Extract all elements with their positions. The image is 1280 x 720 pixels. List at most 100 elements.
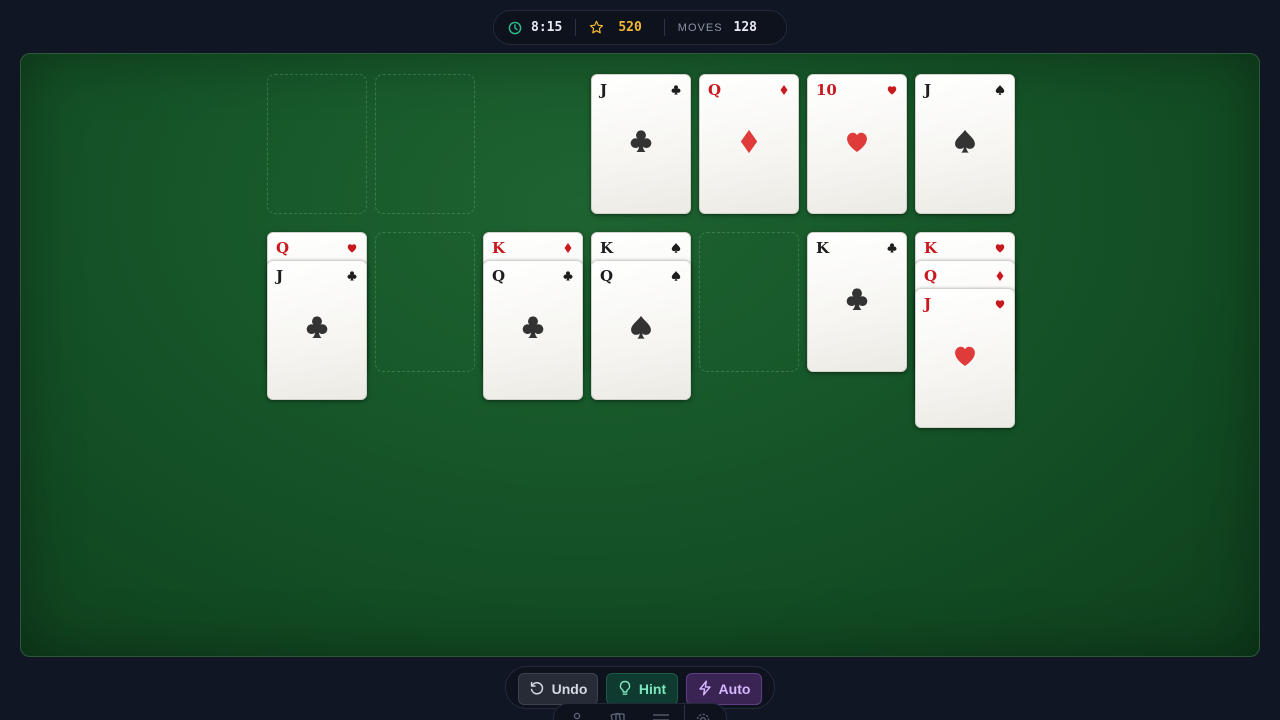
card-center-suit	[843, 286, 871, 319]
card-corner-suit	[346, 269, 358, 287]
score-value: 520	[618, 20, 642, 35]
lightbulb-icon	[618, 680, 639, 699]
card-rank: J	[924, 81, 932, 99]
hint-button[interactable]: Hint	[606, 673, 678, 705]
person-icon[interactable]	[570, 712, 584, 720]
undo-label: Undo	[551, 681, 588, 697]
heart-icon	[847, 132, 867, 152]
card-q-of-spades[interactable]: Q	[591, 260, 691, 400]
auto-button[interactable]: Auto	[686, 673, 762, 705]
card-corner-suit	[562, 269, 574, 287]
club-icon	[846, 288, 868, 310]
diamond-icon	[740, 129, 758, 154]
card-rank: Q	[924, 267, 938, 285]
diamond-icon	[996, 271, 1004, 281]
spade-icon	[995, 85, 1005, 95]
timer: 8:15	[508, 11, 562, 44]
card-center-suit	[519, 314, 547, 347]
club-icon	[630, 130, 652, 152]
card-center-suit	[627, 128, 655, 161]
hint-label: Hint	[638, 681, 667, 697]
card-rank: K	[816, 239, 830, 257]
card-j-of-hearts[interactable]: J	[915, 288, 1015, 428]
heart-icon	[955, 346, 975, 366]
timer-value: 8:15	[531, 20, 563, 35]
card-center-suit	[951, 342, 979, 375]
club-icon	[306, 316, 328, 338]
card-corner-suit	[778, 83, 790, 101]
heart-icon	[887, 86, 897, 95]
card-rank: J	[276, 267, 284, 285]
tableau-empty-slot[interactable]	[375, 232, 475, 372]
menu-icon[interactable]	[652, 712, 670, 720]
moves-label: MOVES	[677, 21, 723, 34]
card-corner-suit	[886, 241, 898, 259]
status-bar: 8:15 520 MOVES 128	[493, 10, 787, 45]
card-corner-suit	[994, 269, 1006, 287]
card-center-suit	[735, 128, 763, 161]
free-cell[interactable]	[267, 74, 367, 214]
card-q-of-diamonds[interactable]: Q	[699, 74, 799, 214]
card-j-of-spades[interactable]: J	[915, 74, 1015, 214]
club-icon	[347, 271, 357, 281]
card-rank: K	[600, 239, 614, 257]
free-cell[interactable]	[375, 74, 475, 214]
card-rank: Q	[600, 267, 614, 285]
club-icon	[887, 243, 897, 253]
clock-icon	[508, 21, 522, 35]
spade-icon	[631, 315, 651, 339]
card-10-of-hearts[interactable]: 10	[807, 74, 907, 214]
card-center-suit	[951, 128, 979, 161]
score: 520	[589, 11, 642, 44]
star-icon	[589, 20, 604, 35]
tableau-empty-slot[interactable]	[699, 232, 799, 372]
auto-label: Auto	[718, 681, 751, 697]
card-rank: J	[924, 295, 932, 313]
heart-icon	[995, 300, 1005, 309]
card-rank: J	[600, 81, 608, 99]
spade-icon	[671, 271, 681, 281]
card-q-of-clubs[interactable]: Q	[483, 260, 583, 400]
card-k-of-clubs[interactable]: K	[807, 232, 907, 372]
divider	[684, 705, 685, 720]
spade-icon	[671, 243, 681, 253]
spade-icon	[955, 129, 975, 153]
undo-icon	[529, 680, 552, 699]
card-corner-suit	[886, 83, 898, 101]
club-icon	[671, 85, 681, 95]
card-rank: 10	[816, 81, 837, 99]
moves: MOVES 128	[678, 11, 757, 44]
card-corner-suit	[994, 297, 1006, 315]
divider	[575, 19, 577, 36]
card-corner-suit	[670, 83, 682, 101]
moves-value: 128	[733, 20, 758, 35]
gear-icon[interactable]	[695, 712, 711, 720]
diamond-icon	[564, 243, 572, 253]
card-corner-suit	[670, 269, 682, 287]
card-corner-suit	[670, 241, 682, 259]
undo-button[interactable]: Undo	[518, 673, 598, 705]
heart-icon	[995, 244, 1005, 253]
card-rank: K	[492, 239, 506, 257]
diamond-icon	[780, 85, 788, 95]
card-rank: Q	[708, 81, 722, 99]
card-rank: Q	[492, 267, 506, 285]
secondary-toolbar	[553, 703, 727, 720]
card-rank: K	[924, 239, 938, 257]
game-table: J Q 10 J Q J K Q K Q K K Q J	[20, 53, 1260, 657]
lightning-icon	[698, 680, 719, 699]
card-corner-suit	[346, 241, 358, 259]
card-corner-suit	[994, 83, 1006, 101]
card-corner-suit	[994, 241, 1006, 259]
divider	[663, 19, 665, 36]
card-center-suit	[843, 128, 871, 161]
club-icon	[522, 316, 544, 338]
card-rank: Q	[276, 239, 290, 257]
club-icon	[563, 271, 573, 281]
card-corner-suit	[562, 241, 574, 259]
cards-icon[interactable]	[610, 712, 626, 720]
card-j-of-clubs[interactable]: J	[267, 260, 367, 400]
card-center-suit	[303, 314, 331, 347]
card-center-suit	[627, 314, 655, 347]
card-j-of-clubs[interactable]: J	[591, 74, 691, 214]
